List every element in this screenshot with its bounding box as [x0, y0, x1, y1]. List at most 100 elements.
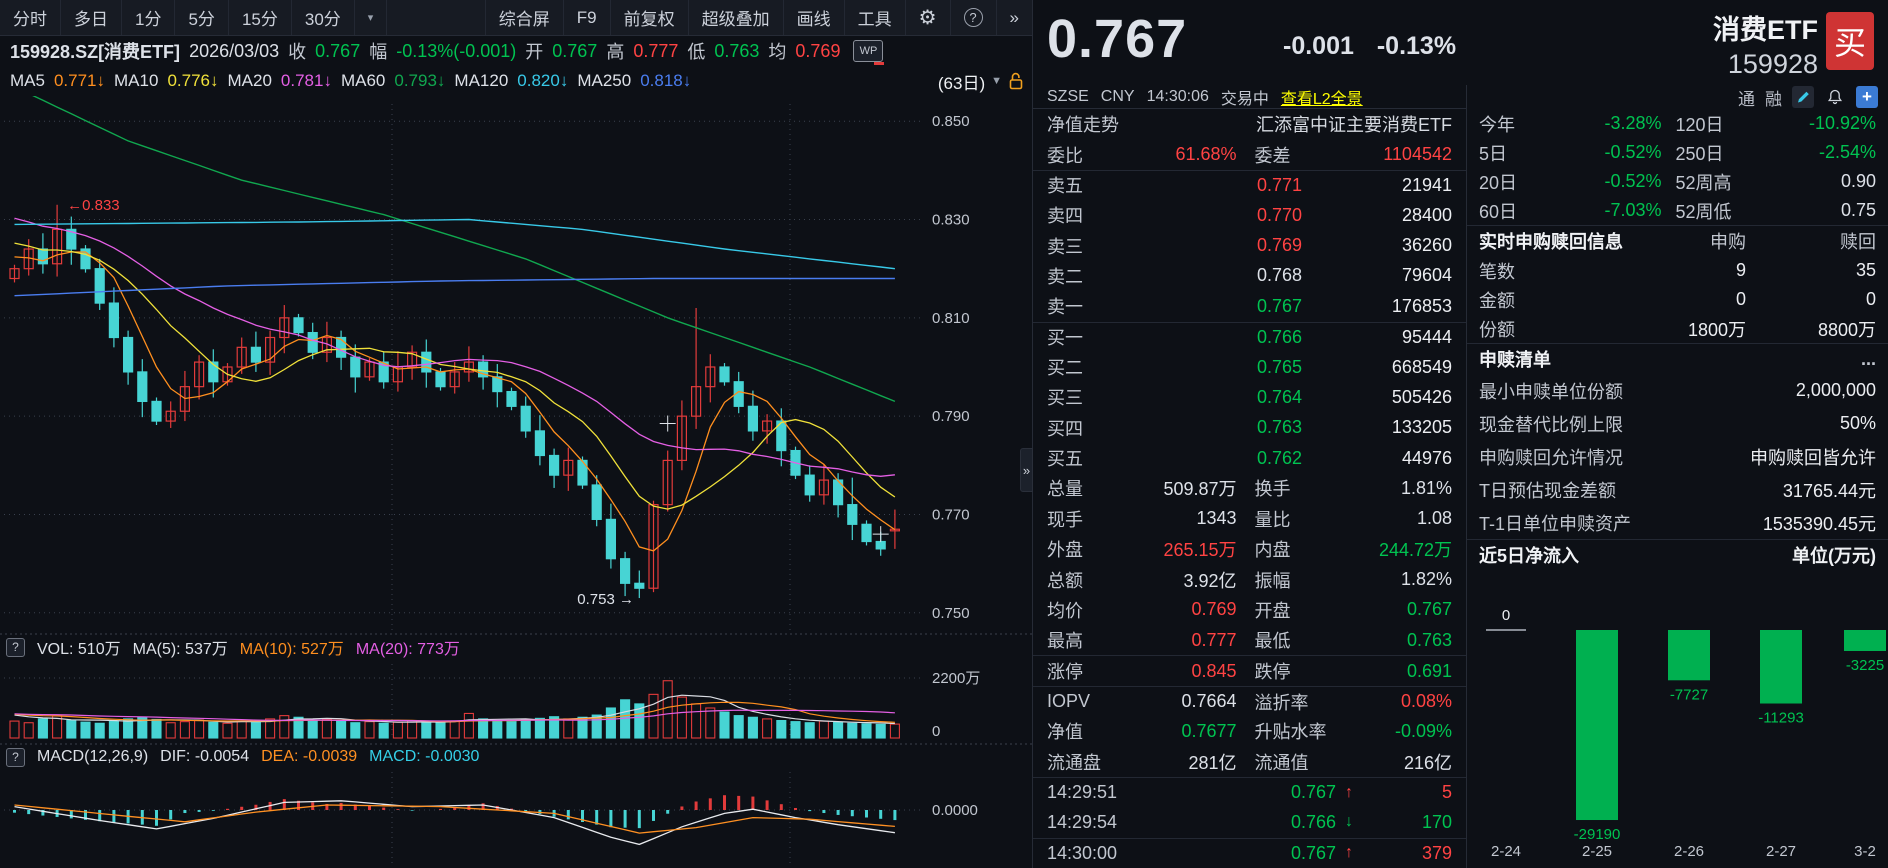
tool-draw-line[interactable]: 画线	[782, 0, 844, 35]
tab-5min[interactable]: 5分	[175, 0, 229, 35]
subs-value-2: 0	[1865, 289, 1876, 309]
perf-label-1: 5日	[1479, 143, 1508, 164]
flow-date-label: 2-27	[1766, 843, 1796, 860]
stat-row: 最高 0.777 最低 0.763	[1033, 625, 1466, 655]
add-plus-icon[interactable]: +	[1856, 86, 1878, 108]
help-question-icon[interactable]: ?	[6, 747, 25, 767]
tab-30min[interactable]: 30分	[292, 0, 355, 35]
tool-composite-screen[interactable]: 综合屏	[484, 0, 563, 35]
unlock-icon[interactable]	[1008, 72, 1024, 90]
buy-level-row[interactable]: 买五 0.762 44976	[1033, 443, 1466, 473]
settings-gear-icon[interactable]: ⚙	[904, 0, 950, 35]
subs-label: 笔数	[1479, 261, 1515, 282]
macd-legend: ? MACD(12,26,9) DIF: -0.0054 DEA: -0.0039 MA…	[0, 744, 1032, 770]
buy-level-row[interactable]: 买一 0.766 95444	[1033, 321, 1466, 352]
svg-text:0.790: 0.790	[932, 408, 970, 425]
buy-level-row[interactable]: 买四 0.763 133205	[1033, 413, 1466, 443]
tab-multiday[interactable]: 多日	[61, 0, 122, 35]
info-segment: 均	[768, 42, 787, 62]
tool-tools[interactable]: 工具	[843, 0, 905, 35]
sell-level-row[interactable]: 卖五 0.771 21941	[1033, 169, 1466, 200]
edit-pencil-icon[interactable]	[1792, 86, 1814, 108]
ma-segment: MA20	[227, 71, 272, 90]
exchange-label: SZSE	[1047, 87, 1089, 105]
list-more-button[interactable]: ...	[1861, 349, 1876, 370]
range-caret-icon[interactable]: ▼	[991, 75, 1002, 87]
stat-value-2: 0.763	[1406, 629, 1452, 650]
level-price: 0.766	[1256, 326, 1302, 347]
subs-title: 实时申购赎回信息	[1479, 232, 1623, 252]
legend-segment: MACD: -0.0030	[369, 748, 480, 765]
tab-15min[interactable]: 15分	[229, 0, 292, 35]
perf-label-2: 52周高	[1675, 172, 1732, 193]
info-segment: 0.767	[552, 40, 598, 61]
alert-bell-icon[interactable]	[1824, 86, 1846, 108]
sell-level-row[interactable]: 卖四 0.770 28400	[1033, 200, 1466, 230]
tab-timeshare[interactable]: 分时	[0, 0, 61, 35]
margin-tag[interactable]: 通	[1738, 85, 1755, 110]
level-price: 0.763	[1256, 417, 1302, 438]
trading-terminal-window: 分时 多日 1分 5分 15分 30分 ▾ 综合屏 F9 前复权 超级叠加 画线 工具 ⚙? » 1599…	[0, 0, 1888, 868]
wp-window-icon[interactable]: WP	[853, 40, 885, 65]
tick-time: 14:29:54	[1047, 811, 1118, 832]
level-price: 0.768	[1256, 265, 1302, 286]
ma-segment: MA60	[340, 71, 386, 90]
tab-1min[interactable]: 1分	[122, 0, 176, 35]
level-qty: 28400	[1401, 204, 1452, 225]
main-chart[interactable]: 0.850 0.830 0.810 0.790 0.770 0.750 ←0.833 0.75…	[0, 86, 1032, 868]
sell-level-row[interactable]: 卖二 0.768 79604	[1033, 261, 1466, 291]
buy-level-row[interactable]: 买三 0.764 505426	[1033, 382, 1466, 412]
tick-direction-icon: ↓	[1345, 813, 1353, 831]
help-icon[interactable]: ?	[949, 0, 996, 35]
buy-button[interactable]: 买	[1826, 12, 1874, 70]
perf-value-1: -7.03%	[1604, 200, 1662, 220]
list-row: 现金替代比例上限 50%	[1467, 407, 1888, 440]
stat-row: 总额 3.92亿 振幅 1.82%	[1033, 564, 1466, 594]
stat-label-1: 最高	[1047, 631, 1083, 652]
tool-forward-adjust[interactable]: 前复权	[609, 0, 688, 35]
low-annotation: 0.753 →	[577, 591, 634, 608]
panel-collapse-handle[interactable]: »	[1020, 448, 1033, 492]
sell-level-row[interactable]: 卖一 0.767 176853	[1033, 291, 1466, 321]
info-segment: -0.13%(-0.001)	[396, 40, 517, 61]
visible-range-label[interactable]: (63日)	[938, 69, 985, 94]
svg-text:0.0000: 0.0000	[932, 802, 978, 819]
perf-label-1: 今年	[1479, 114, 1515, 135]
sell-level-row[interactable]: 卖三 0.769 36260	[1033, 230, 1466, 260]
l2-panorama-link[interactable]: 查看L2全景	[1281, 85, 1363, 109]
stat-value-2: 0.767	[1406, 599, 1452, 620]
help-question-glyph: ?	[963, 8, 983, 27]
legend-segment: DEA: -0.0039	[261, 748, 358, 765]
level-label: 卖四	[1047, 206, 1083, 227]
help-question-icon[interactable]: ?	[6, 637, 25, 657]
stat-value-2: 1.82%	[1400, 569, 1452, 590]
buy-level-row[interactable]: 买二 0.765 668549	[1033, 352, 1466, 382]
tick-row: 14:29:54 0.766 ↓ 170	[1033, 807, 1466, 837]
list-header: 申赎清单...	[1467, 343, 1888, 374]
subs-label: 金额	[1479, 290, 1515, 311]
info-segment: 开	[525, 42, 544, 62]
trading-status: 交易中	[1220, 90, 1269, 108]
stock-info-row: 159928.SZ[消费ETF] 2026/03/03 收 0.767 幅 -0.13%(…	[0, 36, 1032, 66]
tick-price: 0.767	[1290, 842, 1336, 863]
currency-label: CNY	[1100, 87, 1135, 105]
margin-tag[interactable]: 融	[1765, 85, 1782, 110]
info-segment: 0.777	[633, 40, 679, 61]
level-label: 买四	[1047, 418, 1083, 439]
stat-row: 流通盘 281亿 流通值 216亿	[1033, 747, 1466, 777]
ma-segment: 0.820↓	[517, 71, 569, 90]
tool-super-overlay[interactable]: 超级叠加	[687, 0, 783, 35]
list-value: 申购赎回皆允许	[1750, 447, 1876, 468]
margin-tags[interactable]: 通融	[1738, 85, 1782, 110]
level-qty: 44976	[1401, 447, 1452, 468]
more-tools-icon[interactable]: »	[995, 0, 1032, 35]
stat-label-2: 开盘	[1254, 600, 1291, 621]
info-segment: 159928.SZ[消费ETF]	[10, 42, 181, 62]
list-label: T日预估现金差额	[1479, 480, 1616, 501]
tab-period-dropdown[interactable]: ▾	[355, 0, 388, 35]
level-price: 0.765	[1256, 356, 1302, 377]
stat-value-1: 265.15万	[1163, 540, 1237, 561]
level-qty: 95444	[1401, 326, 1452, 347]
tool-f9[interactable]: F9	[562, 0, 610, 35]
perf-value-1: -0.52%	[1604, 142, 1662, 162]
